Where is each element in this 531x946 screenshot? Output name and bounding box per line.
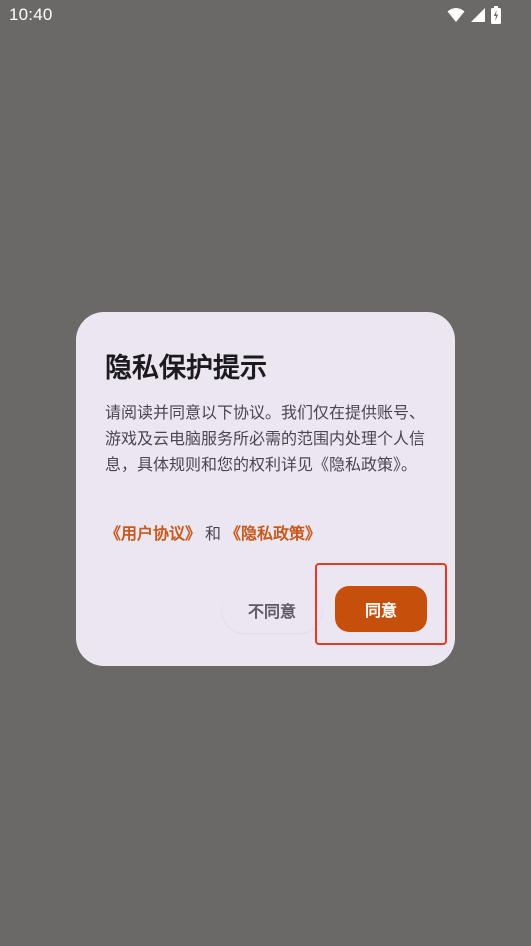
agree-button[interactable]: 同意 bbox=[335, 586, 427, 632]
disagree-button[interactable]: 不同意 bbox=[222, 587, 322, 633]
wifi-icon bbox=[447, 8, 465, 22]
agreement-links: 《用户协议》和《隐私政策》 bbox=[105, 520, 321, 544]
privacy-policy-link[interactable]: 《隐私政策》 bbox=[225, 524, 321, 543]
and-text: 和 bbox=[205, 524, 222, 543]
status-time: 10:40 bbox=[9, 5, 53, 24]
dialog-body-text: 请阅读并同意以下协议。我们仅在提供账号、游戏及云电脑服务所必需的范围内处理个人信… bbox=[105, 403, 426, 474]
privacy-dialog: 隐私保护提示 请阅读并同意以下协议。我们仅在提供账号、游戏及云电脑服务所必需的范… bbox=[76, 312, 455, 666]
user-agreement-link[interactable]: 《用户协议》 bbox=[105, 524, 201, 543]
signal-icon bbox=[471, 8, 485, 22]
battery-charging-icon bbox=[491, 6, 501, 24]
dialog-title: 隐私保护提示 bbox=[105, 353, 267, 384]
status-icons bbox=[447, 6, 501, 24]
status-bar: 10:40 bbox=[0, 0, 531, 32]
